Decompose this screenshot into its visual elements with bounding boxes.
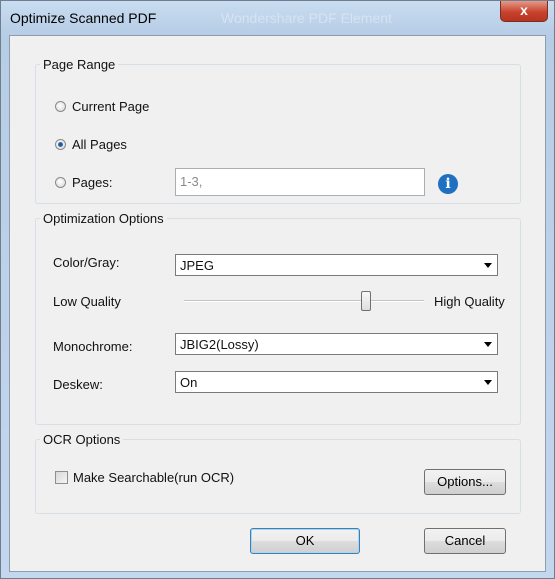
monochrome-label: Monochrome: — [53, 339, 133, 354]
chevron-down-icon — [484, 342, 492, 347]
radio-pages[interactable]: Pages: — [55, 175, 112, 190]
background-window-title: Wondershare PDF Element — [221, 10, 392, 26]
high-quality-label: High Quality — [434, 294, 505, 309]
color-gray-value: JPEG — [180, 258, 214, 273]
cancel-button[interactable]: Cancel — [424, 528, 506, 554]
ocr-options-title: OCR Options — [43, 432, 121, 447]
ok-button[interactable]: OK — [250, 528, 360, 554]
checkbox-icon — [55, 471, 68, 484]
info-icon[interactable]: i — [438, 174, 458, 194]
deskew-value: On — [180, 375, 198, 390]
title-bar[interactable]: Optimize Scanned PDF Wondershare PDF Ele… — [1, 1, 554, 35]
page-range-title: Page Range — [43, 57, 116, 72]
pages-label: Pages: — [72, 175, 113, 190]
pages-radio-icon — [55, 177, 66, 188]
chevron-down-icon — [484, 380, 492, 385]
current-page-label: Current Page — [72, 99, 150, 114]
color-gray-select[interactable]: JPEG — [175, 254, 498, 276]
monochrome-value: JBIG2(Lossy) — [180, 337, 259, 352]
monochrome-select[interactable]: JBIG2(Lossy) — [175, 333, 498, 355]
optimize-scanned-pdf-dialog: Optimize Scanned PDF Wondershare PDF Ele… — [0, 0, 555, 579]
close-icon: x — [520, 2, 528, 18]
quality-slider-track[interactable] — [184, 300, 424, 302]
radio-all-pages[interactable]: All Pages — [55, 137, 127, 152]
deskew-select[interactable]: On — [175, 371, 498, 393]
all-pages-label: All Pages — [72, 137, 127, 152]
current-page-radio-icon — [55, 101, 66, 112]
make-searchable-checkbox[interactable]: Make Searchable(run OCR) — [55, 470, 234, 485]
optimization-options-title: Optimization Options — [43, 211, 164, 226]
low-quality-label: Low Quality — [53, 294, 121, 309]
color-gray-label: Color/Gray: — [53, 255, 120, 270]
pages-range-input[interactable]: 1-3, — [175, 168, 425, 196]
quality-slider-thumb[interactable] — [361, 291, 372, 311]
dialog-title: Optimize Scanned PDF — [10, 10, 157, 26]
ocr-options-button[interactable]: Options... — [424, 469, 506, 495]
chevron-down-icon — [484, 263, 492, 268]
deskew-label: Deskew: — [53, 377, 103, 392]
dialog-body: Page Range Current Page All Pages Pages:… — [9, 35, 546, 572]
make-searchable-label: Make Searchable(run OCR) — [73, 470, 235, 485]
radio-current-page[interactable]: Current Page — [55, 99, 149, 114]
all-pages-radio-icon — [55, 139, 66, 150]
close-button[interactable]: x — [500, 1, 548, 22]
